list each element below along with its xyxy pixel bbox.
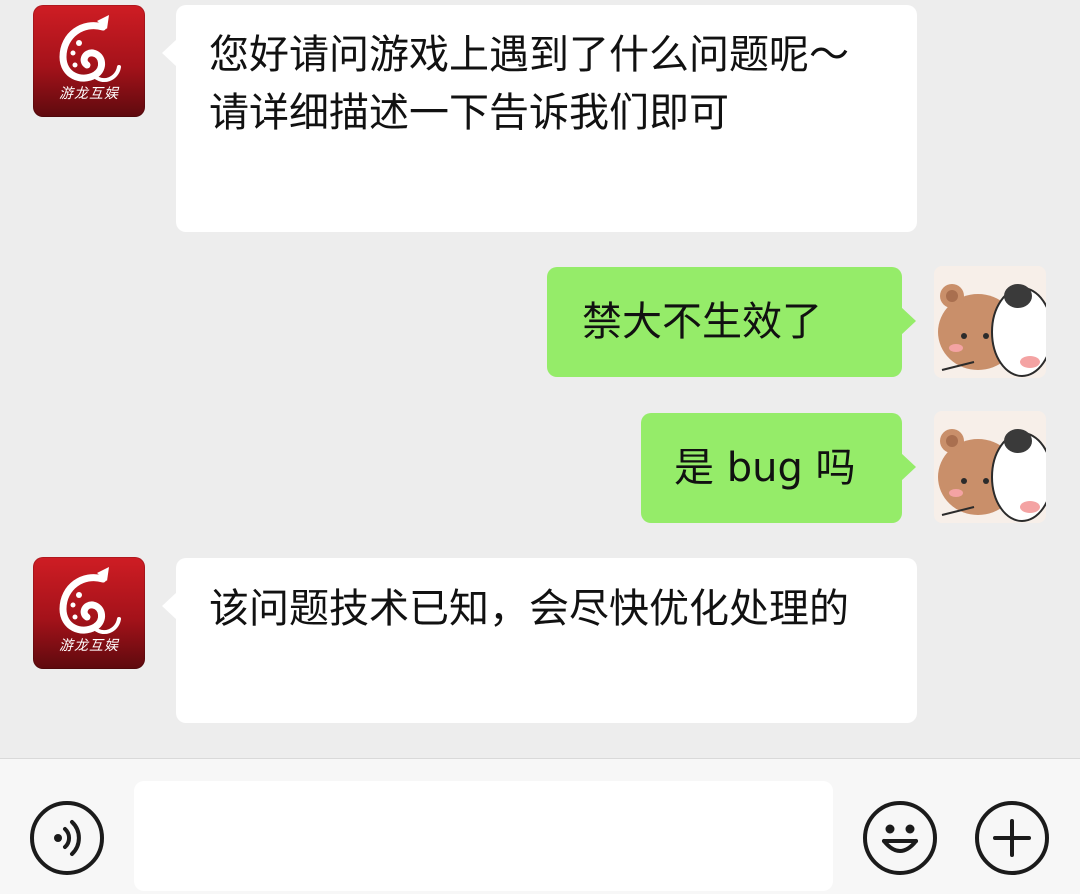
voice-icon: [54, 820, 81, 856]
emoji-icon: [882, 824, 918, 853]
message-bubble-incoming[interactable]: 该问题技术已知，会尽快优化处理的: [162, 558, 917, 723]
message-text: 禁大不生效了: [582, 299, 822, 345]
user-avatar[interactable]: [934, 411, 1046, 523]
message-bubble-incoming[interactable]: 您好请问游戏上遇到了什么问题呢～请详细描述一下告诉我们即可: [162, 5, 917, 232]
voice-button[interactable]: [30, 801, 104, 875]
chat-area[interactable]: 游龙互娱 您好请问游戏上遇到了什么问题呢～请详细描述一下告诉我们即可 禁大不生效…: [0, 0, 1080, 758]
bear-sticker-icon: [938, 429, 1046, 522]
plus-icon: [993, 819, 1031, 857]
message-text: 您好请问游戏上遇到了什么问题呢～请详细描述一下告诉我们即可: [209, 32, 849, 136]
message-bubble-outgoing[interactable]: 是 bug 吗: [641, 413, 916, 523]
message-input[interactable]: [134, 781, 833, 891]
emoji-button[interactable]: [863, 801, 937, 875]
bot-logo-text: 游龙互娱: [59, 86, 119, 102]
message-text: 是 bug 吗: [674, 445, 856, 491]
more-button[interactable]: [975, 801, 1049, 875]
bear-sticker-icon: [938, 284, 1046, 377]
user-avatar[interactable]: [934, 266, 1046, 378]
bot-avatar[interactable]: 游龙互娱: [33, 557, 145, 669]
bot-avatar[interactable]: 游龙互娱: [33, 5, 145, 117]
input-bar: [0, 758, 1080, 894]
bot-logo-text: 游龙互娱: [59, 638, 119, 654]
message-bubble-outgoing[interactable]: 禁大不生效了: [547, 267, 916, 377]
message-text: 该问题技术已知，会尽快优化处理的: [209, 586, 849, 632]
